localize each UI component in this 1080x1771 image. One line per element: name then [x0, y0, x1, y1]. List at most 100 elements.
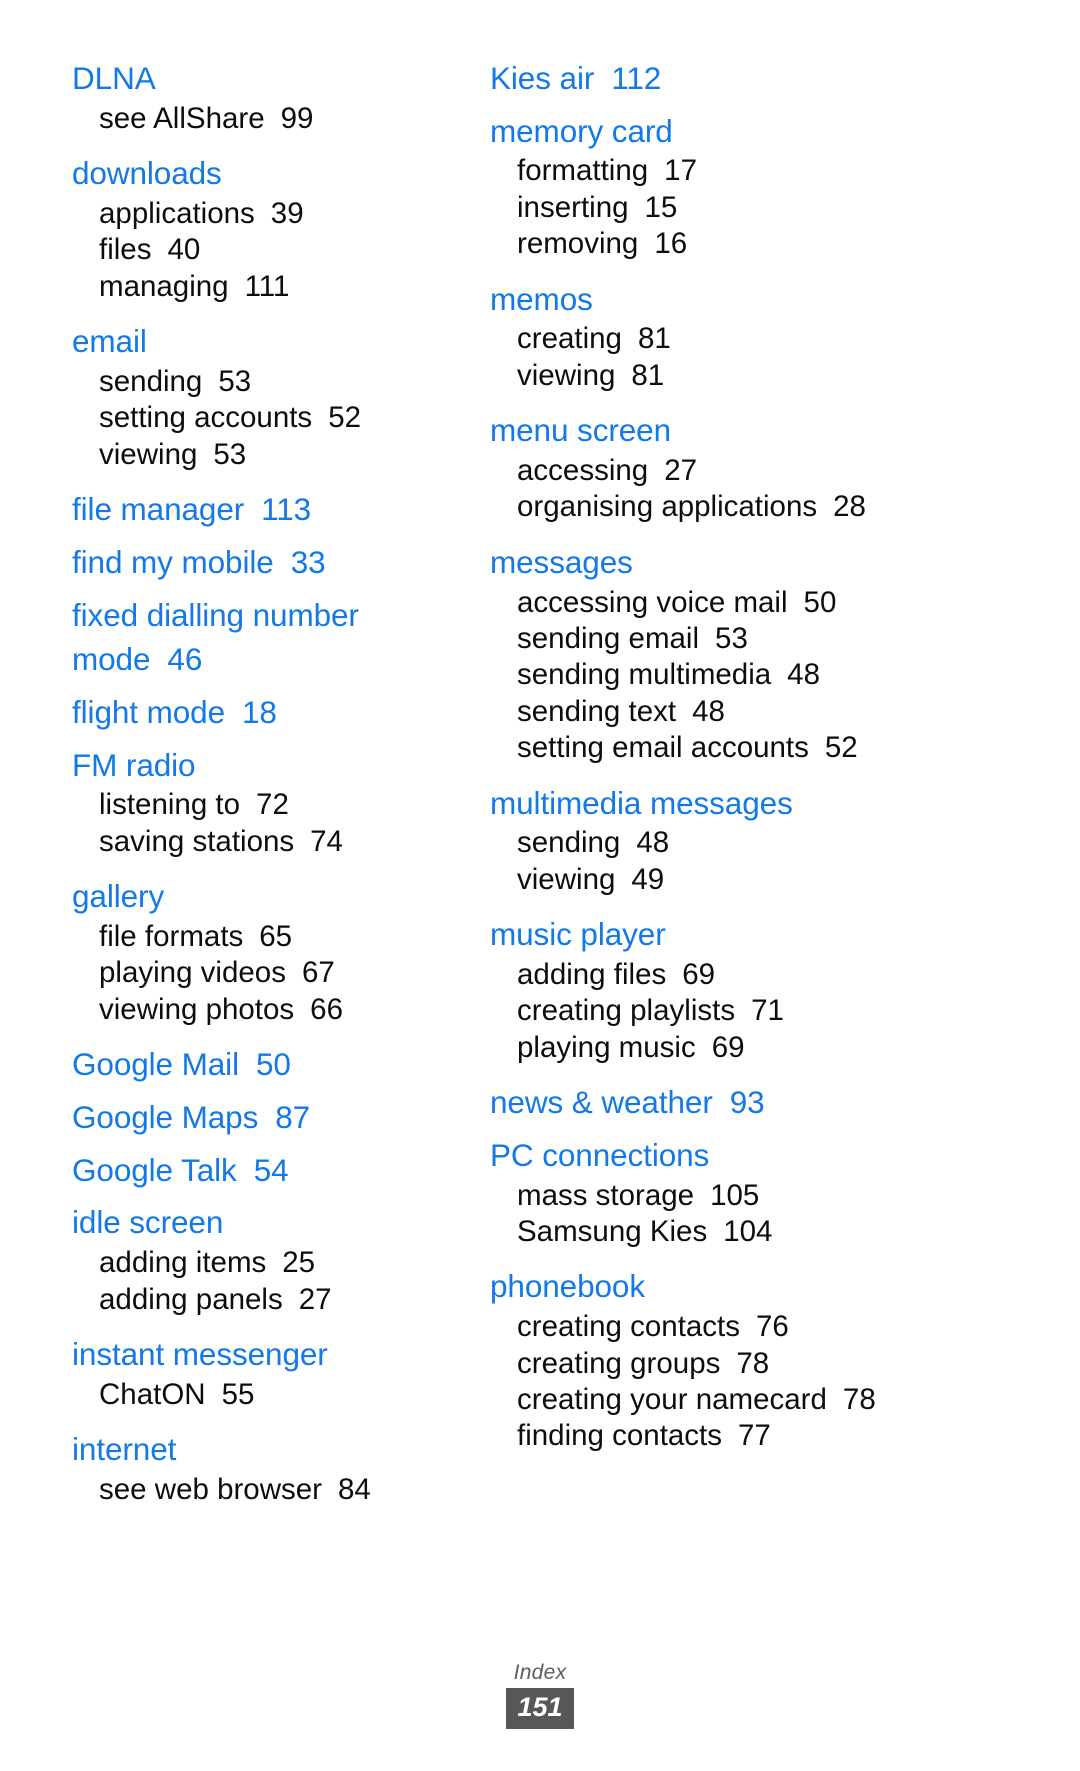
index-entry-heading[interactable]: Kies air 112 — [490, 56, 1050, 101]
index-subentry[interactable]: mass storage 105 — [490, 1178, 1050, 1214]
index-subentry-list: adding files 69 creating playlists 71 playin… — [490, 957, 1050, 1066]
index-entry-heading[interactable]: music player — [490, 912, 1050, 957]
index-subentry[interactable]: creating 81 — [490, 321, 1050, 357]
index-subentry-page: 67 — [301, 956, 335, 990]
index-subentry[interactable]: sending 53 — [72, 364, 464, 400]
index-entry-heading-label: find my mobile — [72, 543, 274, 580]
index-entry-group: music player adding files 69 creating playl… — [490, 912, 1050, 1066]
index-subentry[interactable]: viewing 49 — [490, 862, 1050, 898]
index-subentry-page: 53 — [218, 364, 252, 398]
index-entry-heading[interactable]: find my mobile 33 — [72, 540, 464, 585]
index-subentry-list: sending 53 setting accounts 52 viewing 53 — [72, 364, 464, 473]
index-entry-heading[interactable]: gallery — [72, 874, 464, 919]
index-entry-group: messages accessing voice mail 50 sending em… — [490, 540, 1050, 767]
index-entry-group: memory card formatting 17 inserting 15 removi… — [490, 109, 1050, 263]
index-entry-heading[interactable]: email — [72, 319, 464, 364]
index-subentry-label: viewing photos — [99, 992, 295, 1026]
index-subentry[interactable]: viewing 53 — [72, 437, 464, 473]
index-subentry-label: finding contacts — [517, 1419, 722, 1453]
index-subentry-page: 15 — [644, 190, 678, 224]
index-subentry[interactable]: ChatON 55 — [72, 1377, 464, 1413]
index-subentry-page: 81 — [631, 358, 665, 392]
index-subentry[interactable]: sending email 53 — [490, 621, 1050, 657]
index-subentry[interactable]: creating playlists 71 — [490, 993, 1050, 1029]
index-subentry-label: organising applications — [517, 490, 818, 524]
index-entry-heading[interactable]: PC connections — [490, 1133, 1050, 1178]
index-entry-group: PC connections mass storage 105 Samsung Kie… — [490, 1133, 1050, 1251]
index-subentry[interactable]: finding contacts 77 — [490, 1418, 1050, 1454]
index-subentry[interactable]: see web browser 84 — [72, 1472, 464, 1508]
index-entry-heading[interactable]: file manager 113 — [72, 487, 464, 532]
index-entry-heading-label: flight mode — [72, 693, 225, 730]
index-subentry[interactable]: applications 39 — [72, 196, 464, 232]
index-subentry[interactable]: inserting 15 — [490, 190, 1050, 226]
index-entry-heading[interactable]: Google Mail 50 — [72, 1042, 464, 1087]
index-subentry[interactable]: creating your namecard 78 — [490, 1382, 1050, 1418]
index-subentry[interactable]: creating contacts 76 — [490, 1309, 1050, 1345]
index-subentry-label: creating your namecard — [517, 1383, 827, 1417]
index-entry-heading[interactable]: messages — [490, 540, 1050, 585]
index-entry-heading-label: idle screen — [72, 1204, 224, 1241]
index-subentry-list: see AllShare 99 — [72, 101, 464, 137]
index-entry-heading[interactable]: DLNA — [72, 56, 464, 101]
index-entry-heading[interactable]: flight mode 18 — [72, 690, 464, 735]
index-subentry-page: 84 — [338, 1472, 371, 1506]
index-entry-heading[interactable]: phonebook — [490, 1264, 1050, 1309]
index-subentry[interactable]: playing music 69 — [490, 1030, 1050, 1066]
index-subentry[interactable]: saving stations 74 — [72, 824, 464, 860]
index-entry-heading[interactable]: FM radio — [72, 743, 464, 788]
index-subentry[interactable]: formatting 17 — [490, 153, 1050, 189]
index-subentry[interactable]: creating groups 78 — [490, 1346, 1050, 1382]
index-entry-heading-label: memory card — [490, 112, 673, 149]
index-subentry-list: accessing voice mail 50 sending email 53 sen… — [490, 585, 1050, 767]
index-entry-heading-page: 50 — [255, 1046, 291, 1083]
index-subentry[interactable]: setting accounts 52 — [72, 400, 464, 436]
index-subentry[interactable]: files 40 — [72, 232, 464, 268]
index-subentry-page: 50 — [803, 585, 837, 619]
index-entry-heading-label: menu screen — [490, 412, 671, 449]
index-subentry[interactable]: accessing 27 — [490, 453, 1050, 489]
index-subentry-page: 48 — [692, 694, 725, 728]
index-entry-heading[interactable]: multimedia messages — [490, 781, 1050, 826]
index-subentry[interactable]: playing videos 67 — [72, 955, 464, 991]
index-entry-heading[interactable]: idle screen — [72, 1200, 464, 1245]
index-entry-heading[interactable]: fixed dialling number mode 46 — [72, 593, 464, 682]
index-entry-heading-label: FM radio — [72, 746, 196, 783]
index-subentry-label: creating groups — [517, 1346, 721, 1380]
index-entry-heading-label: fixed dialling number mode — [72, 596, 359, 678]
index-subentry[interactable]: adding panels 27 — [72, 1282, 464, 1318]
index-entry-group: Google Maps 87 — [72, 1095, 464, 1140]
index-subentry[interactable]: Samsung Kies 104 — [490, 1214, 1050, 1250]
index-subentry[interactable]: sending multimedia 48 — [490, 657, 1050, 693]
index-subentry[interactable]: file formats 65 — [72, 919, 464, 955]
index-subentry[interactable]: accessing voice mail 50 — [490, 585, 1050, 621]
index-entry-heading[interactable]: downloads — [72, 151, 464, 196]
index-subentry[interactable]: listening to 72 — [72, 787, 464, 823]
index-subentry-page: 53 — [213, 437, 247, 471]
index-subentry-label: see web browser — [99, 1472, 322, 1506]
index-subentry[interactable]: sending text 48 — [490, 694, 1050, 730]
index-entry-heading[interactable]: Google Maps 87 — [72, 1095, 464, 1140]
index-subentry[interactable]: see AllShare 99 — [72, 101, 464, 137]
index-entry-heading[interactable]: news & weather 93 — [490, 1080, 1050, 1125]
index-entry-heading[interactable]: menu screen — [490, 408, 1050, 453]
index-subentry[interactable]: managing 111 — [72, 269, 464, 305]
index-entry-heading[interactable]: Google Talk 54 — [72, 1148, 464, 1193]
index-entry-heading[interactable]: memos — [490, 277, 1050, 322]
index-subentry[interactable]: sending 48 — [490, 825, 1050, 861]
index-subentry-page: 71 — [751, 994, 784, 1028]
index-subentry[interactable]: viewing photos 66 — [72, 992, 464, 1028]
index-entry-heading[interactable]: internet — [72, 1427, 464, 1472]
index-subentry[interactable]: removing 16 — [490, 226, 1050, 262]
index-entry-heading[interactable]: memory card — [490, 109, 1050, 154]
index-subentry[interactable]: organising applications 28 — [490, 489, 1050, 525]
index-subentry[interactable]: adding files 69 — [490, 957, 1050, 993]
index-subentry[interactable]: setting email accounts 52 — [490, 730, 1050, 766]
index-subentry-label: file formats — [99, 919, 244, 953]
index-entry-heading[interactable]: instant messenger — [72, 1332, 464, 1377]
index-subentry[interactable]: viewing 81 — [490, 358, 1050, 394]
index-subentry-page: 48 — [636, 826, 670, 860]
index-subentry[interactable]: adding items 25 — [72, 1245, 464, 1281]
index-entry-group: flight mode 18 — [72, 690, 464, 735]
index-subentry-page: 52 — [824, 731, 858, 765]
